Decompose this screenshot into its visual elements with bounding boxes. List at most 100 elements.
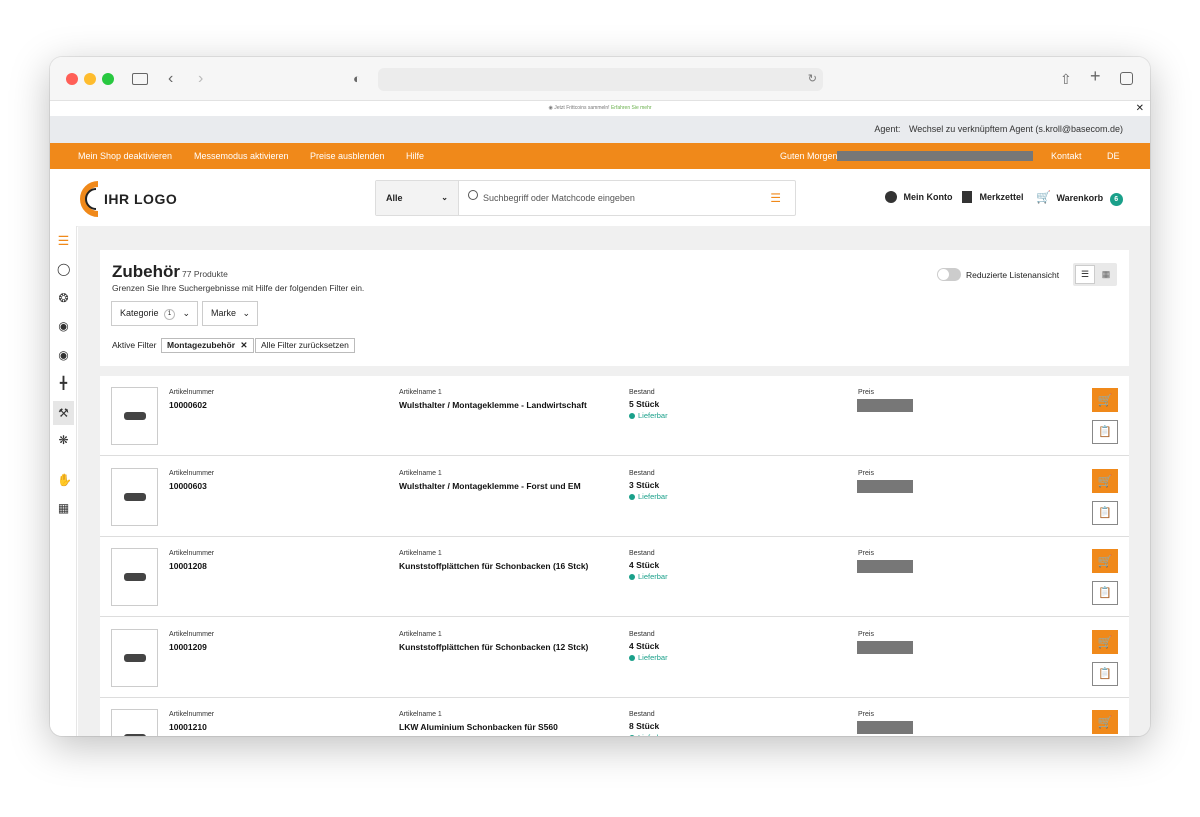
clipboard-icon: 📋 — [1098, 506, 1112, 519]
search-bar: Alle ⌄ Suchbegriff oder Matchcode eingeb… — [375, 180, 796, 216]
availability-status: Lieferbar — [629, 572, 668, 581]
price-label: Preis — [858, 389, 874, 396]
availability-status: Lieferbar — [629, 733, 668, 736]
shop-logo[interactable]: IHR LOGO — [80, 181, 180, 217]
article-number-label: Artikelnummer — [169, 469, 215, 477]
tools-icon[interactable]: ⚒ — [53, 401, 74, 425]
article-number[interactable]: 10000602 — [169, 400, 207, 410]
product-row: Artikelnummer 10001209 Artikelname 1 Kunsts… — [100, 618, 1129, 698]
article-number[interactable]: 10001210 — [169, 722, 207, 732]
article-name[interactable]: Kunststoffplättchen für Schonbacken (16 … — [399, 561, 588, 571]
account-label: Mein Konto — [903, 192, 953, 202]
search-icon — [468, 190, 478, 200]
add-to-wishlist-button[interactable]: 📋 — [1092, 581, 1118, 605]
brand-filter-button[interactable]: Marke ⌄ — [202, 301, 258, 326]
list-view-icon[interactable]: ☰ — [1075, 265, 1095, 284]
service-icon[interactable]: ❋ — [57, 434, 70, 447]
cart-label: Warenkorb — [1056, 193, 1104, 203]
clipboard-icon — [962, 191, 972, 203]
reload-icon[interactable]: ↻ — [808, 72, 817, 85]
product-image[interactable] — [111, 628, 158, 687]
greeting: Guten Morgen — [780, 151, 838, 161]
category-filter-button[interactable]: Kategorie 1 ⌄ — [111, 301, 198, 326]
fair-mode-link[interactable]: Messemodus aktivieren — [194, 143, 289, 169]
main-content: Zubehör 77 Produkte Grenzen Sie Ihre Suc… — [78, 226, 1150, 736]
article-number-label: Artikelnummer — [169, 389, 215, 396]
search-category-select[interactable]: Alle ⌄ — [376, 181, 459, 215]
product-shape — [124, 573, 146, 581]
address-bar[interactable]: ↻ — [378, 68, 823, 91]
zoom-window-button[interactable] — [102, 73, 114, 85]
article-number[interactable]: 10001208 — [169, 561, 207, 571]
article-name[interactable]: Wulsthalter / Montageklemme - Forst und … — [399, 481, 581, 491]
add-to-wishlist-button[interactable]: 📋 — [1092, 500, 1118, 525]
hand-icon[interactable]: ✋ — [57, 474, 72, 487]
add-to-wishlist-button[interactable]: 📋 — [1092, 661, 1118, 686]
product-image[interactable] — [111, 387, 158, 445]
wishlist-button[interactable]: Merkzettel — [962, 191, 1024, 203]
product-shape — [124, 653, 146, 662]
remove-filter-icon[interactable]: ✕ — [240, 340, 247, 350]
tire-alt-icon[interactable]: ◉ — [57, 349, 70, 362]
add-to-cart-button[interactable]: 🛒 — [1092, 629, 1118, 654]
product-image[interactable] — [111, 709, 158, 736]
redacted-price — [857, 721, 913, 734]
help-link[interactable]: Hilfe — [406, 143, 424, 169]
forward-icon[interactable]: › — [198, 71, 203, 87]
filter-sliders-icon[interactable]: ☰ — [770, 191, 781, 205]
menu-icon[interactable]: ☰ — [57, 234, 70, 247]
cart-icon: 🛒 — [1036, 190, 1051, 204]
language-switch[interactable]: DE — [1107, 143, 1120, 169]
article-name[interactable]: LKW Aluminium Schonbacken für S560 — [399, 722, 558, 732]
cart-icon: 🛒 — [1097, 473, 1113, 488]
stock-label: Bestand — [629, 469, 655, 477]
add-to-wishlist-button[interactable]: 📋 — [1092, 420, 1118, 444]
price-label: Preis — [858, 630, 874, 638]
promo-notice: ◉ Jetzt Frittcoins sammeln! Erfahren Sie… — [50, 101, 1150, 116]
close-window-button[interactable] — [66, 73, 78, 85]
agent-switch-link[interactable]: Wechsel zu verknüpftem Agent (s.kroll@ba… — [909, 124, 1123, 134]
back-icon[interactable]: ‹ — [168, 71, 173, 87]
add-to-cart-button[interactable]: 🛒 — [1092, 710, 1118, 734]
redacted-price — [857, 479, 913, 493]
tire-icon[interactable]: ◯ — [57, 263, 70, 276]
tabs-icon[interactable] — [1120, 72, 1133, 85]
product-image[interactable] — [111, 467, 158, 526]
reduced-view-toggle[interactable] — [937, 268, 961, 281]
add-to-cart-button[interactable]: 🛒 — [1092, 549, 1118, 573]
account-button[interactable]: Mein Konto — [885, 191, 953, 203]
search-input[interactable]: Suchbegriff oder Matchcode eingeben — [483, 181, 635, 215]
store-icon[interactable]: ▦ — [57, 502, 70, 515]
article-name[interactable]: Wulsthalter / Montageklemme - Landwirtsc… — [399, 400, 587, 410]
product-image[interactable] — [111, 548, 158, 606]
article-name[interactable]: Kunststoffplättchen für Schonbacken (12 … — [399, 642, 588, 652]
share-icon[interactable]: ⇧ — [1060, 71, 1072, 87]
article-number[interactable]: 10000603 — [169, 481, 207, 491]
chevron-down-icon: ⌄ — [242, 308, 250, 318]
redacted-username — [837, 151, 1033, 161]
page-title: Zubehör — [112, 262, 180, 281]
hide-prices-link[interactable]: Preise ausblenden — [310, 143, 385, 169]
reset-filters-button[interactable]: Alle Filter zurücksetzen — [255, 338, 355, 353]
article-number[interactable]: 10001209 — [169, 642, 207, 652]
search-category-value: Alle — [386, 193, 403, 203]
stock-value: 4 Stück — [629, 640, 660, 651]
deactivate-shop-link[interactable]: Mein Shop deaktivieren — [78, 143, 172, 169]
grid-view-icon[interactable]: ▦ — [1097, 265, 1115, 284]
contact-link[interactable]: Kontakt — [1051, 143, 1082, 169]
minimize-window-button[interactable] — [84, 73, 96, 85]
notice-link[interactable]: Erfahren Sie mehr — [611, 105, 652, 111]
add-to-cart-button[interactable]: 🛒 — [1092, 468, 1118, 493]
wishlist-label: Merkzettel — [979, 192, 1024, 202]
axle-icon[interactable]: ╋ — [57, 377, 70, 390]
article-name-label: Artikelname 1 — [399, 630, 442, 638]
sidebar-icon[interactable] — [132, 73, 148, 85]
wheel-icon[interactable]: ◉ — [57, 320, 70, 333]
cart-button[interactable]: 🛒 Warenkorb 6 — [1036, 191, 1123, 206]
shop-header: IHR LOGO Alle ⌄ Suchbegriff oder Matchco… — [50, 169, 1150, 227]
rim-icon[interactable]: ❂ — [57, 292, 70, 305]
close-icon[interactable]: ✕ — [1136, 101, 1144, 116]
new-tab-icon[interactable]: + — [1090, 67, 1101, 85]
active-filter-chip[interactable]: Montagezubehör ✕ — [161, 338, 254, 353]
add-to-cart-button[interactable]: 🛒 — [1092, 388, 1118, 412]
